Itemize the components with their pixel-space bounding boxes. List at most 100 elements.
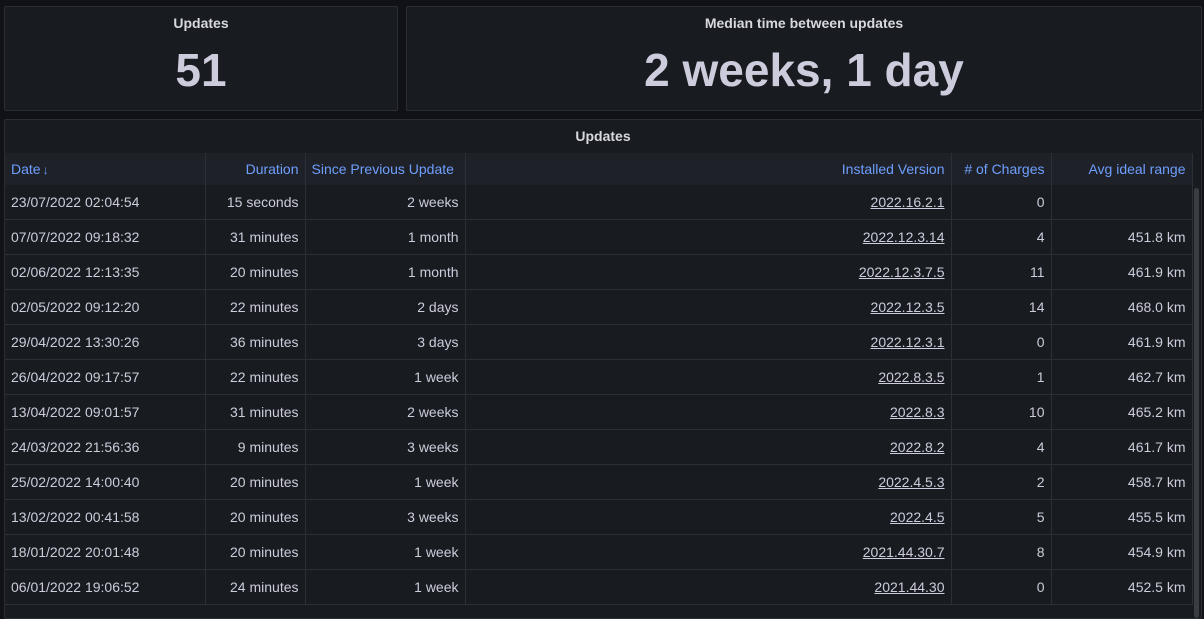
version-link: 2022.8.2 — [465, 429, 952, 465]
since-previous-cell: 1 week — [305, 534, 466, 570]
table-row: 07/07/2022 09:18:32 31 minutes 1 month 2022… — [5, 219, 1193, 255]
since-previous-cell: 1 week — [305, 359, 466, 395]
column-header-duration[interactable]: Duration — [205, 153, 306, 185]
duration-cell: 22 minutes — [205, 289, 306, 325]
version-link: 2022.8.3.5 — [465, 359, 952, 395]
duration-cell: 31 minutes — [205, 219, 306, 255]
charges-cell: 0 — [951, 185, 1052, 220]
date-cell: 07/07/2022 09:18:32 — [5, 219, 206, 255]
date-cell: 26/04/2022 09:17:57 — [5, 359, 206, 395]
duration-cell: 9 minutes — [205, 429, 306, 465]
duration-cell: 20 minutes — [205, 534, 306, 570]
version-link: 2021.44.30 — [465, 569, 952, 605]
duration-cell: 20 minutes — [205, 254, 306, 290]
charges-cell: 1 — [951, 359, 1052, 395]
version-link: 2022.12.3.5 — [465, 289, 952, 325]
column-header-charges[interactable]: # of Charges — [951, 153, 1052, 185]
updates-count-value: 51 — [175, 44, 227, 96]
version-link: 2021.44.30.7 — [465, 534, 952, 570]
table-scrollbar[interactable] — [1194, 188, 1199, 618]
date-cell: 13/02/2022 00:41:58 — [5, 499, 206, 535]
version-link: 2022.4.5.3 — [465, 464, 952, 500]
panel-title: Median time between updates — [704, 15, 904, 31]
charges-cell: 11 — [951, 254, 1052, 290]
version-link: 2022.8.3 — [465, 394, 952, 430]
median-time-panel: Median time between updates 2 weeks, 1 d… — [406, 6, 1202, 111]
avg-range-cell: 452.5 km — [1051, 569, 1193, 605]
date-cell: 23/07/2022 02:04:54 — [5, 185, 206, 220]
charges-cell: 8 — [951, 534, 1052, 570]
updates-table-panel: Updates Date ↓ Duration Since Previous Up… — [4, 119, 1202, 619]
version-link[interactable]: 2021.44.30 — [874, 579, 944, 595]
table-row: 29/04/2022 13:30:26 36 minutes 3 days 2022.… — [5, 324, 1193, 360]
avg-range-cell: 451.8 km — [1051, 219, 1193, 255]
version-link[interactable]: 2022.12.3.7.5 — [859, 264, 945, 280]
date-cell: 18/01/2022 20:01:48 — [5, 534, 206, 570]
table-row: 06/01/2022 19:06:52 24 minutes 1 week 2021.… — [5, 569, 1193, 605]
date-cell: 02/06/2022 12:13:35 — [5, 254, 206, 290]
charges-cell: 0 — [951, 569, 1052, 605]
table-header-row: Date ↓ Duration Since Previous Update Ins… — [5, 153, 1193, 185]
version-link[interactable]: 2022.8.2 — [890, 439, 945, 455]
duration-cell: 15 seconds — [205, 185, 306, 220]
table-row: 02/05/2022 09:12:20 22 minutes 2 days 2022.… — [5, 289, 1193, 325]
updates-count-panel: Updates 51 — [4, 6, 398, 111]
table-row: 13/04/2022 09:01:57 31 minutes 2 weeks 2022… — [5, 394, 1193, 430]
version-link: 2022.12.3.7.5 — [465, 254, 952, 290]
avg-range-cell: 458.7 km — [1051, 464, 1193, 500]
panel-title: Updates — [173, 15, 229, 31]
since-previous-cell: 1 week — [305, 569, 466, 605]
avg-range-cell: 461.9 km — [1051, 324, 1193, 360]
column-header-since-previous[interactable]: Since Previous Update — [305, 153, 466, 185]
version-link: 2022.12.3.1 — [465, 324, 952, 360]
version-link: 2022.12.3.14 — [465, 219, 952, 255]
avg-range-cell — [1051, 185, 1193, 220]
version-link[interactable]: 2022.16.2.1 — [871, 194, 945, 210]
date-cell: 13/04/2022 09:01:57 — [5, 394, 206, 430]
table-row: 13/02/2022 00:41:58 20 minutes 3 weeks 2022… — [5, 499, 1193, 535]
date-cell: 24/03/2022 21:56:36 — [5, 429, 206, 465]
duration-cell: 36 minutes — [205, 324, 306, 360]
version-link[interactable]: 2022.12.3.14 — [863, 229, 945, 245]
charges-cell: 2 — [951, 464, 1052, 500]
version-link[interactable]: 2022.4.5 — [890, 509, 945, 525]
avg-range-cell: 461.9 km — [1051, 254, 1193, 290]
since-previous-cell: 1 month — [305, 219, 466, 255]
charges-cell: 14 — [951, 289, 1052, 325]
date-cell: 25/02/2022 14:00:40 — [5, 464, 206, 500]
version-link[interactable]: 2022.12.3.1 — [871, 334, 945, 350]
table-row: 18/01/2022 20:01:48 20 minutes 1 week 2021.… — [5, 534, 1193, 570]
avg-range-cell: 455.5 km — [1051, 499, 1193, 535]
table-row: 02/06/2022 12:13:35 20 minutes 1 month 2022… — [5, 254, 1193, 290]
column-header-installed-version[interactable]: Installed Version — [465, 153, 952, 185]
charges-cell: 5 — [951, 499, 1052, 535]
version-link[interactable]: 2022.12.3.5 — [871, 299, 945, 315]
updates-table: Date ↓ Duration Since Previous Update Ins… — [5, 153, 1193, 605]
since-previous-cell: 2 days — [305, 289, 466, 325]
column-header-avg-range[interactable]: Avg ideal range — [1051, 153, 1193, 185]
charges-cell: 4 — [951, 429, 1052, 465]
column-header-date[interactable]: Date ↓ — [5, 153, 206, 185]
charges-cell: 4 — [951, 219, 1052, 255]
date-cell: 29/04/2022 13:30:26 — [5, 324, 206, 360]
since-previous-cell: 1 week — [305, 464, 466, 500]
avg-range-cell: 461.7 km — [1051, 429, 1193, 465]
avg-range-cell: 454.9 km — [1051, 534, 1193, 570]
median-time-value: 2 weeks, 1 day — [644, 44, 964, 96]
panel-title: Updates — [575, 128, 631, 144]
since-previous-cell: 3 weeks — [305, 499, 466, 535]
table-row: 24/03/2022 21:56:36 9 minutes 3 weeks 2022.… — [5, 429, 1193, 465]
duration-cell: 20 minutes — [205, 499, 306, 535]
table-row: 26/04/2022 09:17:57 22 minutes 1 week 2022.… — [5, 359, 1193, 395]
duration-cell: 24 minutes — [205, 569, 306, 605]
duration-cell: 22 minutes — [205, 359, 306, 395]
version-link[interactable]: 2022.8.3 — [890, 404, 945, 420]
version-link[interactable]: 2022.8.3.5 — [878, 369, 944, 385]
charges-cell: 0 — [951, 324, 1052, 360]
since-previous-cell: 1 month — [305, 254, 466, 290]
charges-cell: 10 — [951, 394, 1052, 430]
avg-range-cell: 465.2 km — [1051, 394, 1193, 430]
arrow-down-icon: ↓ — [42, 163, 49, 177]
version-link[interactable]: 2021.44.30.7 — [863, 544, 945, 560]
version-link[interactable]: 2022.4.5.3 — [878, 474, 944, 490]
